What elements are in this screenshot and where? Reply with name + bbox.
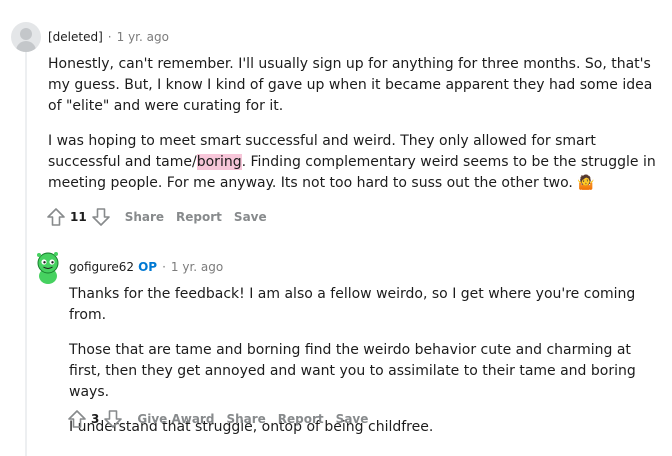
comment-age[interactable]: 1 yr. ago: [171, 260, 223, 274]
op-badge: OP: [138, 260, 158, 274]
report-button[interactable]: Report: [176, 210, 222, 224]
report-button[interactable]: Report: [278, 412, 324, 426]
comment-paragraph: Thanks for the feedback! I am also a fel…: [69, 286, 636, 323]
comment-paragraph: Those that are tame and borning find the…: [69, 342, 636, 400]
author-name[interactable]: gofigure62: [69, 260, 134, 274]
downvote-icon[interactable]: [91, 207, 111, 227]
vote-score: 11: [70, 210, 87, 224]
meta-dot: ·: [107, 30, 112, 44]
comment-actions: 11 Share Report Save: [46, 207, 267, 227]
avatar[interactable]: [34, 250, 62, 284]
give-award-button[interactable]: Give Award: [137, 412, 214, 426]
comment-paragraph: I was hoping to meet smart successful an…: [48, 131, 658, 194]
avatar[interactable]: [11, 22, 41, 52]
comment-actions: 3 Give Award Share Report Save: [67, 409, 368, 429]
upvote-icon[interactable]: [46, 207, 66, 227]
upvote-icon[interactable]: [67, 409, 87, 429]
downvote-icon[interactable]: [103, 409, 123, 429]
comment-age[interactable]: 1 yr. ago: [117, 30, 169, 44]
share-button[interactable]: Share: [125, 210, 164, 224]
highlighted-text: boring: [196, 154, 242, 170]
comment-meta: gofigure62 OP · 1 yr. ago: [69, 260, 223, 274]
share-button[interactable]: Share: [226, 412, 265, 426]
vote-score: 3: [91, 412, 100, 426]
save-button[interactable]: Save: [336, 412, 369, 426]
comment-body: Honestly, can't remember. I'll usually s…: [48, 54, 658, 208]
comment-meta: [deleted] · 1 yr. ago: [48, 30, 169, 44]
comment-paragraph: Honestly, can't remember. I'll usually s…: [48, 54, 658, 117]
paragraph-text: Honestly, can't remember. I'll usually s…: [48, 56, 653, 114]
meta-dot: ·: [162, 260, 166, 274]
save-button[interactable]: Save: [234, 210, 267, 224]
thread-line[interactable]: [25, 52, 27, 456]
author-name[interactable]: [deleted]: [48, 30, 103, 44]
